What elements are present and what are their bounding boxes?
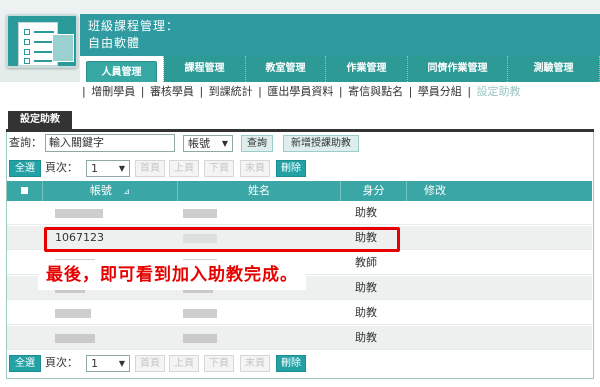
header-account-label: 帳號 — [89, 184, 112, 197]
subnav-attendance-stats[interactable]: 到課統計 — [209, 85, 253, 98]
header-account[interactable]: 帳號 ⊿ — [43, 181, 178, 201]
app-title: 班級課程管理： 自由軟體 — [88, 18, 179, 52]
row-role: 教師 — [355, 256, 377, 269]
app-header: 班級課程管理： 自由軟體 人員管理 課程管理 教室管理 作業管理 同儕作業管理 … — [0, 0, 600, 83]
header-edit: 修改 — [424, 184, 446, 197]
table-row[interactable]: 助教 — [7, 326, 592, 350]
page-label-bottom: 頁次： — [45, 356, 78, 369]
page-select[interactable]: 1 ▼ — [86, 160, 130, 177]
tab-classrooms[interactable]: 教室管理 — [246, 56, 326, 82]
header-role[interactable]: 身分 — [341, 181, 407, 201]
last-page-button[interactable]: 末頁 — [240, 160, 270, 177]
row-role: 助教 — [355, 206, 377, 219]
tab-courses[interactable]: 課程管理 — [164, 56, 246, 82]
highlight-box — [44, 227, 400, 252]
masked-name — [183, 309, 217, 318]
masked-account — [55, 309, 91, 318]
last-page-button-bottom[interactable]: 末頁 — [240, 355, 270, 372]
add-assistant-button[interactable]: 新增授課助教 — [283, 135, 359, 152]
page-select-value: 1 — [91, 162, 98, 175]
row-role: 助教 — [355, 306, 377, 319]
subnav-export-students[interactable]: 匯出學員資料 — [267, 85, 333, 98]
tab-people[interactable]: 人員管理 — [80, 56, 164, 83]
search-field-value: 帳號 — [188, 137, 210, 150]
tab-peer-homework[interactable]: 同儕作業管理 — [408, 56, 508, 82]
prev-page-button-bottom[interactable]: 上頁 — [169, 355, 199, 372]
tab-people-label: 人員管理 — [86, 61, 157, 83]
masked-name — [183, 209, 217, 218]
main-tabs: 人員管理 課程管理 教室管理 作業管理 同儕作業管理 測驗管理 — [80, 56, 600, 83]
table-sheet-icon — [52, 34, 74, 62]
header-name[interactable]: 姓名 — [178, 181, 341, 201]
table-header: 帳號 ⊿ 姓名 身分 修改 — [7, 181, 592, 201]
table-row[interactable]: 助教 — [7, 301, 592, 325]
subnav-set-assistant[interactable]: 設定助教 — [477, 85, 521, 98]
prev-page-button[interactable]: 上頁 — [169, 160, 199, 177]
next-page-button[interactable]: 下頁 — [204, 160, 234, 177]
masked-account — [55, 209, 103, 218]
sub-navigation: | 增刪學員 | 審核學員 | 到課統計 | 匯出學員資料 | 寄信與點名 | … — [0, 82, 600, 102]
page-select-bottom[interactable]: 1 ▼ — [86, 355, 130, 372]
app-logo-icon — [6, 14, 78, 68]
dropdown-arrow-icon: ▼ — [118, 164, 125, 173]
first-page-button-bottom[interactable]: 首頁 — [135, 355, 165, 372]
row-role: 助教 — [355, 281, 377, 294]
dropdown-arrow-icon: ▼ — [118, 359, 125, 368]
annotation-note: 最後，即可看到加入助教完成。 — [38, 260, 306, 290]
subnav-review-students[interactable]: 審核學員 — [150, 85, 194, 98]
tab-quizzes[interactable]: 測驗管理 — [508, 56, 600, 82]
search-input[interactable]: 輸入關鍵字 — [45, 134, 175, 152]
masked-account — [55, 334, 95, 343]
header-checkbox-cell[interactable] — [7, 181, 43, 201]
table-row[interactable]: 助教 — [7, 201, 592, 225]
select-all-button[interactable]: 全選 — [9, 160, 41, 177]
first-page-button[interactable]: 首頁 — [135, 160, 165, 177]
app-title-line1: 班級課程管理： — [88, 19, 180, 33]
masked-name — [183, 334, 217, 343]
app-title-line2: 自由軟體 — [88, 36, 141, 50]
checkbox-icon[interactable] — [21, 187, 28, 194]
delete-button-bottom[interactable]: 刪除 — [276, 355, 306, 372]
panel-top-bar — [6, 129, 594, 132]
page-label: 頁次： — [45, 161, 78, 174]
row-role: 助教 — [355, 331, 377, 344]
search-button[interactable]: 查詢 — [241, 135, 273, 152]
panel-tab-set-assistant: 設定助教 — [8, 111, 72, 129]
search-label: 查詢： — [9, 136, 42, 149]
search-field-select[interactable]: 帳號 ▼ — [183, 135, 233, 152]
next-page-button-bottom[interactable]: 下頁 — [204, 355, 234, 372]
dropdown-arrow-icon: ▼ — [221, 139, 228, 148]
tab-homework[interactable]: 作業管理 — [326, 56, 408, 82]
delete-button[interactable]: 刪除 — [276, 160, 306, 177]
subnav-add-remove-students[interactable]: 增刪學員 — [91, 85, 135, 98]
sort-icon: ⊿ — [123, 187, 131, 196]
select-all-button-bottom[interactable]: 全選 — [9, 355, 41, 372]
subnav-student-groups[interactable]: 學員分組 — [418, 85, 462, 98]
subnav-mail-rollcall[interactable]: 寄信與點名 — [348, 85, 403, 98]
page-select-value: 1 — [91, 357, 98, 370]
